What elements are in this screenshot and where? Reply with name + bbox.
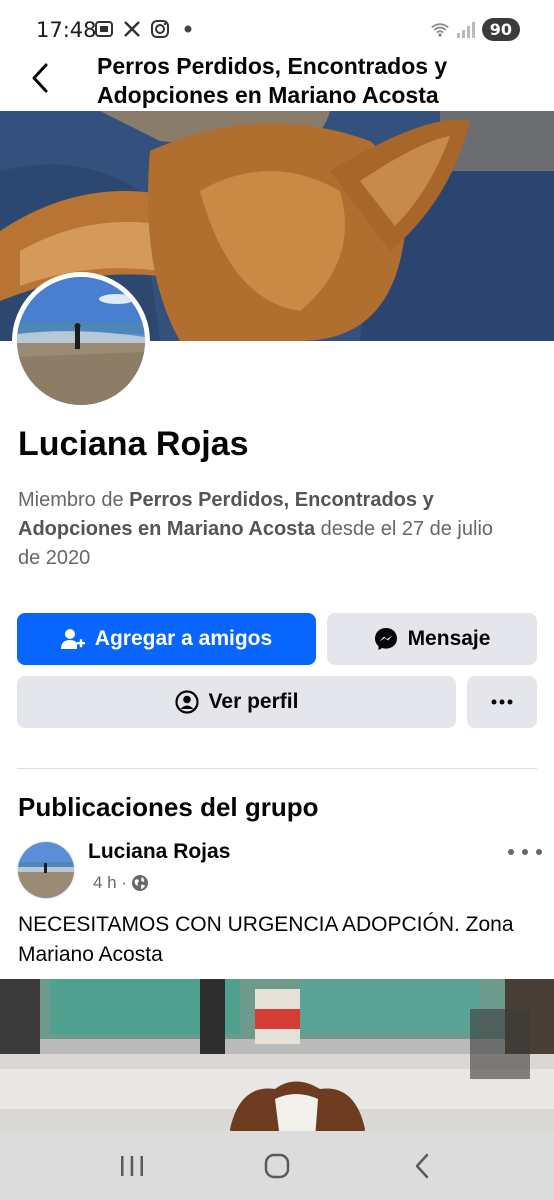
post-time: 4 h · bbox=[93, 873, 128, 892]
post-meta: 4 h · bbox=[93, 873, 149, 893]
profile-name: Luciana Rojas bbox=[18, 425, 249, 463]
post-text: NECESITAMOS CON URGENCIA ADOPCIÓN. Zona … bbox=[18, 913, 514, 966]
recent-apps-icon bbox=[121, 1155, 144, 1176]
messenger-icon bbox=[374, 628, 397, 650]
back-button[interactable] bbox=[22, 60, 58, 96]
profile-circle-icon bbox=[174, 690, 199, 714]
home-icon bbox=[264, 1153, 290, 1178]
view-profile-button[interactable]: Ver perfil bbox=[17, 676, 456, 728]
dot-icon bbox=[178, 19, 198, 39]
divider bbox=[17, 768, 537, 769]
message-button[interactable]: Mensaje bbox=[327, 613, 537, 665]
view-profile-label: Ver perfil bbox=[208, 690, 299, 713]
status-system-icons: 90 bbox=[430, 18, 520, 41]
signal-icon bbox=[456, 20, 476, 40]
system-back-button[interactable] bbox=[392, 1146, 452, 1186]
membership-info: Miembro de Perros Perdidos, Encontrados … bbox=[18, 486, 518, 573]
page-title: Perros Perdidos, Encontrados y Adopcione… bbox=[97, 53, 448, 108]
more-icon bbox=[491, 699, 513, 705]
system-nav-bar bbox=[0, 1131, 554, 1200]
add-friend-label: Agregar a amigos bbox=[94, 627, 273, 650]
more-options-button[interactable] bbox=[467, 676, 537, 728]
post-options-button[interactable] bbox=[508, 840, 542, 864]
chevron-left-icon bbox=[32, 63, 48, 93]
home-button[interactable] bbox=[247, 1146, 307, 1186]
instagram-icon bbox=[150, 19, 170, 39]
recent-apps-button[interactable] bbox=[102, 1146, 162, 1186]
member-prefix: Miembro de bbox=[18, 489, 130, 511]
add-friend-icon bbox=[60, 629, 85, 649]
dot bbox=[536, 849, 542, 855]
globe-icon bbox=[132, 875, 149, 891]
dot bbox=[508, 849, 514, 855]
screen: 17:48 90 Perros Perdidos, Encontrados y … bbox=[0, 0, 554, 1200]
screenshot-icon bbox=[94, 19, 114, 39]
chevron-left-icon bbox=[415, 1153, 428, 1178]
post-author-avatar[interactable] bbox=[17, 841, 75, 899]
status-notification-icons bbox=[94, 19, 198, 39]
header: Perros Perdidos, Encontrados y Adopcione… bbox=[0, 48, 554, 112]
wifi-icon bbox=[430, 20, 450, 40]
section-title: Publicaciones del grupo bbox=[18, 792, 319, 822]
message-label: Mensaje bbox=[407, 627, 491, 650]
x-icon bbox=[122, 19, 142, 39]
add-friend-button[interactable]: Agregar a amigos bbox=[17, 613, 316, 665]
dot bbox=[522, 849, 528, 855]
post-author-name[interactable]: Luciana Rojas bbox=[88, 840, 230, 864]
status-time: 17:48 bbox=[36, 18, 97, 42]
battery-indicator: 90 bbox=[481, 18, 520, 41]
profile-avatar[interactable] bbox=[12, 272, 150, 410]
